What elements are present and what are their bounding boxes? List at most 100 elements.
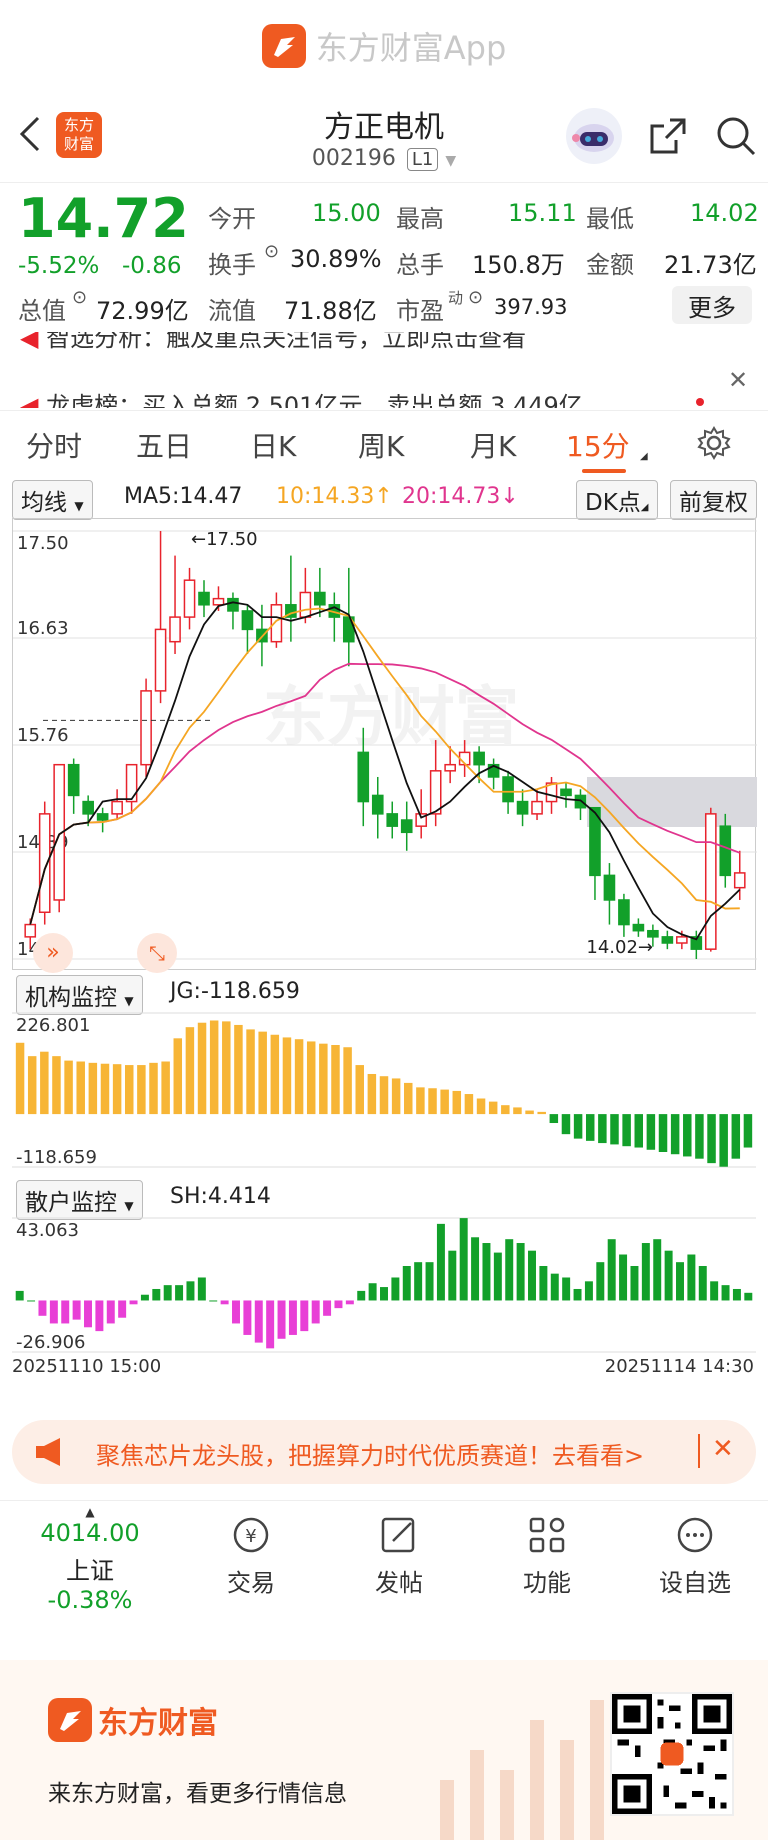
tab-monthly[interactable]: 月K [470,425,516,465]
scroll-forward-icon[interactable]: » [33,933,73,973]
monitor-bar [630,1265,639,1301]
candle-body [704,813,717,950]
candle-body [227,597,239,612]
promo-banner[interactable]: 聚焦芯片龙头股，把握算力时代优质赛道！去看看> ✕ [12,1420,756,1484]
adjust-button[interactable]: 前复权 [670,480,757,520]
news-line-2[interactable]: ◀ 龙虎榜：买入总额 2.501亿元，卖出总额 3.449亿 [20,386,700,408]
monitor-bar [471,1237,480,1301]
monitor-bar [61,1300,70,1324]
candle-body [357,751,370,803]
settings-gear-icon[interactable] [696,425,732,465]
ma5-readout: MA5:14.47 [124,484,243,509]
ma10-text: 10:14.33 [276,484,375,509]
monitor-bar [100,1063,110,1115]
panel-max-label: 43.063 [16,1220,79,1241]
index-name: 上证 [66,1557,114,1585]
tab-5day[interactable]: 五日 [136,425,192,465]
fullscreen-icon[interactable]: ⤡ [137,933,177,973]
monitor-bar [357,1290,366,1301]
monitor-bar [27,1056,37,1115]
monitor-bar [598,1114,607,1144]
megaphone-icon: ◀ [20,332,39,352]
monitor-bar [149,1062,158,1115]
monitor-bar [345,1300,354,1305]
info-icon[interactable]: ⊙ [264,241,279,262]
tab-minute[interactable]: 分时 [26,425,82,465]
monitor-bar [175,1285,184,1301]
monitor-bar [254,1300,263,1343]
high-label: 最高 [396,205,444,233]
app-banner: 东方财富App [0,0,768,92]
search-icon[interactable] [714,114,758,162]
monitor-bar [380,1287,388,1301]
monitor-bar [106,1300,115,1324]
candle-body [444,763,456,772]
tab-weekly[interactable]: 周K [358,425,404,465]
footer-promo: 东方财富 来东方财富，看更多行情信息 [0,1660,768,1840]
svg-text:¥: ¥ [245,1526,256,1547]
monitor-bar [118,1300,127,1318]
monitor-bar [573,1114,583,1139]
monitor-bar [234,1024,243,1115]
monitor-bar [197,1277,206,1301]
monitor-bar [440,1089,449,1115]
tab-trade[interactable]: ¥ 交易 [196,1513,306,1598]
level-badge[interactable]: L1 [406,148,439,171]
candle-body [314,591,326,606]
kline-chart[interactable]: 17.5016.6315.7614.8914.02东方财富←17.5014.02… [12,518,757,973]
ma20-text: 20:14.73 [402,484,501,509]
jg-bar-svg: 226.801 -118.659 [12,1012,756,1168]
monitor-bar [76,1061,85,1115]
caret-up-icon: ▲ [85,1505,95,1519]
monitor-bar [391,1078,401,1115]
monitor-bar [186,1281,195,1301]
monitor-bar [129,1300,138,1305]
news-line-1[interactable]: ◀ 智选分析：触及重点关注信号，立即点击查看 [20,332,526,353]
monitor-bar [38,1300,47,1316]
change-amount: -0.86 [122,253,182,279]
monitor-bar [416,1087,425,1115]
monitor-bar [452,1090,462,1115]
candle-body [676,936,688,944]
monitor-bar [306,1041,316,1115]
qr-code [610,1692,734,1816]
retail-monitor-panel: 散户监控 ▼ SH:4.414 43.063 -26.906 20251110 15… [12,1180,756,1380]
megaphone-icon: ◀ [20,392,39,408]
news-text-1: 智选分析：触及重点关注信号，立即点击查看 [46,332,527,352]
monitor-bar [319,1043,328,1115]
tab-15min[interactable]: 15分 [566,425,630,465]
monitor-bar [404,1082,413,1115]
float-value: 71.88亿 [284,297,377,325]
info-icon[interactable]: ⊙ [468,287,483,308]
mktcap-value: 72.99亿 [96,297,189,325]
more-button[interactable]: 更多 [672,286,752,324]
info-icon[interactable]: ⊙ [72,287,87,308]
close-icon[interactable]: ✕ [712,1434,734,1464]
monitor-bar [549,1114,559,1124]
dk-point-button[interactable]: DK点◢ [576,480,658,520]
open-value: 15.00 [312,199,381,227]
monitor-bar [459,1218,468,1301]
monitor-bar [209,1020,219,1115]
monitor-bar [258,1031,267,1115]
tab-daily[interactable]: 日K [250,425,296,465]
float-label: 流值 [208,297,256,325]
tab-functions[interactable]: 功能 [492,1513,602,1598]
ma-type-select[interactable]: 均线 ▼ [12,480,93,520]
monitor-bar [311,1300,320,1324]
robot-assistant-icon[interactable] [566,108,622,164]
footer-slogan: 来东方财富，看更多行情信息 [48,1781,347,1807]
index-widget[interactable]: ▲ 4014.00 上证 -0.38% [20,1505,160,1614]
ma-select-label: 均线 [21,490,67,516]
monitor-bar [64,1060,73,1115]
monitor-bar [513,1107,522,1115]
candle-body [169,616,181,643]
tab-post[interactable]: 发帖 [344,1513,454,1598]
tab-watchlist[interactable]: 设自选 [640,1513,750,1598]
close-icon[interactable]: ✕ [728,366,748,394]
ma10-readout: 10:14.33↑ [276,484,393,509]
share-icon[interactable] [646,114,690,162]
monitor-bar [744,1292,753,1301]
candle-body [212,597,225,606]
caret-down-icon[interactable]: ▼ [445,153,456,169]
